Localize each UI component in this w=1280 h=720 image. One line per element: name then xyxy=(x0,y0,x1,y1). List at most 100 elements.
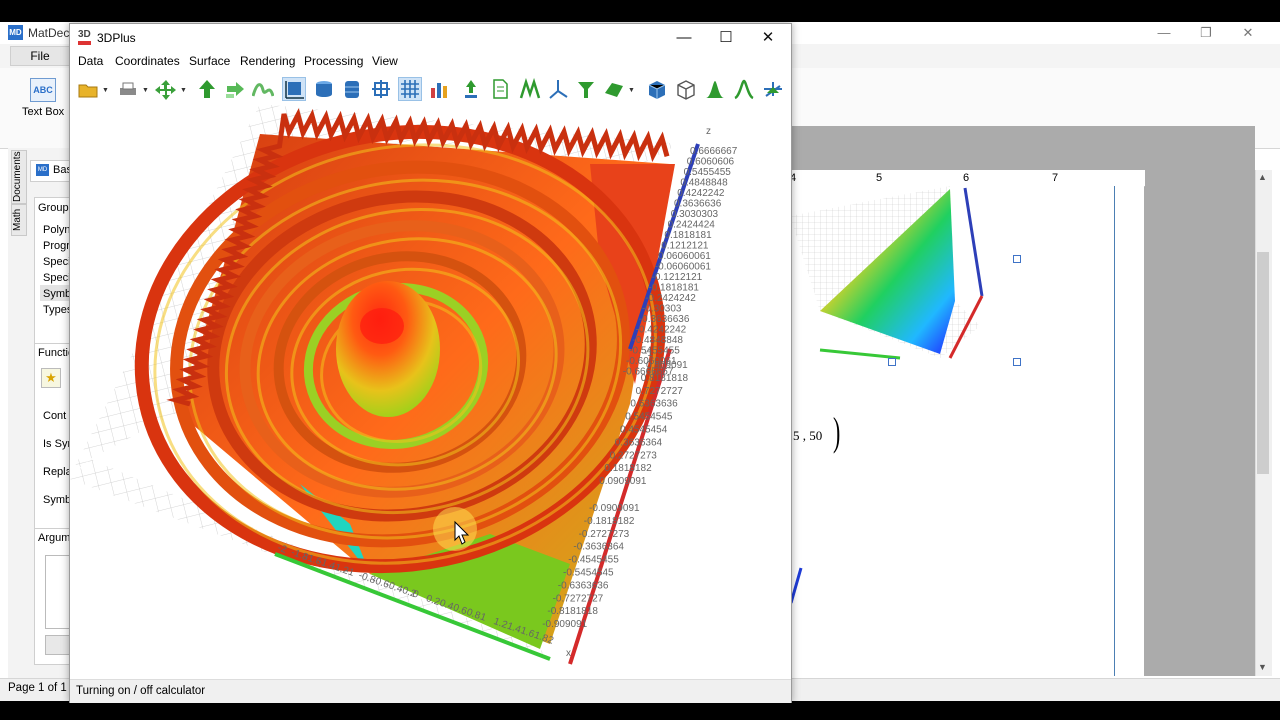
menu-processing[interactable]: Processing xyxy=(304,54,363,68)
z-tick-label: 0.2424424 xyxy=(668,220,716,231)
group-item[interactable]: Polyn xyxy=(43,224,71,236)
dropdown-arrow-icon[interactable]: ▼ xyxy=(102,87,109,94)
surface-button[interactable] xyxy=(602,77,626,101)
text-box-icon[interactable]: ABC xyxy=(30,78,56,102)
axes-icon xyxy=(549,80,568,99)
arrow-up-icon xyxy=(199,80,215,98)
mountain-button[interactable] xyxy=(703,77,727,101)
arguments-list[interactable] xyxy=(45,555,72,629)
y-tick-label: 0.1818182 xyxy=(604,463,652,474)
arrow-right-button[interactable] xyxy=(223,77,247,101)
menu-data[interactable]: Data xyxy=(78,54,103,68)
group-item-selected[interactable]: Symb xyxy=(43,288,71,300)
dropdown-arrow-icon[interactable]: ▼ xyxy=(628,87,635,94)
curve-icon xyxy=(734,79,754,100)
cylinder-icon xyxy=(316,81,332,97)
margin-line xyxy=(1114,186,1115,676)
z-tick-label: 0.3030303 xyxy=(671,209,719,220)
favorite-star-icon[interactable]: ★ xyxy=(41,368,61,388)
scanner-button[interactable] xyxy=(116,77,140,101)
close-button[interactable]: ✕ xyxy=(1228,22,1268,44)
funnel-button[interactable] xyxy=(574,77,598,101)
x-axis-line xyxy=(819,348,901,360)
arrow-up-button[interactable] xyxy=(195,77,219,101)
ruler-number: 7 xyxy=(1052,172,1059,184)
peaks-icon xyxy=(519,78,541,99)
y-tick-label: -0.4545455 xyxy=(568,555,619,566)
grid-button[interactable] xyxy=(398,77,422,101)
y-tick-label: 0.2727273 xyxy=(610,450,658,461)
3dplus-logo-icon: 3D xyxy=(78,29,93,45)
arrows-move-button[interactable] xyxy=(154,77,178,101)
z-tick-label: -0.30303 xyxy=(642,304,682,315)
pin-button[interactable] xyxy=(459,77,483,101)
function-row[interactable]: Cont xyxy=(43,410,66,422)
y-tick-label: -0.3636364 xyxy=(573,542,624,553)
axes-button[interactable] xyxy=(546,77,570,101)
group-item[interactable]: Progr xyxy=(43,240,70,252)
grid-cross-button[interactable] xyxy=(369,77,393,101)
y-tick-label: -0.8181818 xyxy=(547,606,598,617)
intersect-button[interactable] xyxy=(761,77,785,101)
menu-view[interactable]: View xyxy=(372,54,398,68)
restore-button[interactable]: ❐ xyxy=(1186,22,1226,44)
resize-handle[interactable] xyxy=(1013,255,1021,263)
scroll-down-icon[interactable]: ▼ xyxy=(1258,662,1267,672)
3dplus-titlebar: 3D 3DPlus — ☐ ✕ xyxy=(70,24,791,52)
z-tick-label: 0.4242242 xyxy=(677,188,725,199)
z-tick-label: 0.06060061 xyxy=(658,251,711,262)
maximize-button[interactable]: ☐ xyxy=(705,24,747,52)
z-tick-label: -0.2424242 xyxy=(645,293,696,304)
axes-box-icon xyxy=(285,81,304,99)
arguments-button[interactable] xyxy=(45,635,72,655)
folder-open-button[interactable] xyxy=(76,77,100,101)
tab-math-label: Math xyxy=(12,208,23,232)
bar-chart-button[interactable] xyxy=(427,77,451,101)
axes-box-button[interactable] xyxy=(282,77,306,101)
formula-text[interactable]: 5 , 50 xyxy=(793,428,822,444)
minimize-button[interactable]: — xyxy=(1144,22,1184,44)
document-button[interactable] xyxy=(488,77,512,101)
cylinder-stack-button[interactable] xyxy=(340,77,364,101)
menu-surface[interactable]: Surface xyxy=(189,54,230,68)
y-tick-label: 0.3636364 xyxy=(615,437,663,448)
function-row[interactable]: Symb xyxy=(43,494,71,506)
resize-handle[interactable] xyxy=(888,358,896,366)
plot-area[interactable]: z 0.6666667 0.6060606 0.5455455 0.4848848 0.4… xyxy=(70,104,791,679)
y-tick-label: -0.5454545 xyxy=(563,568,614,579)
close-button[interactable]: ✕ xyxy=(747,24,789,52)
text-box-label[interactable]: Text Box xyxy=(22,106,64,118)
resize-handle[interactable] xyxy=(1013,358,1021,366)
thumbnail-3d-plot[interactable] xyxy=(790,186,1000,366)
curve-button[interactable] xyxy=(732,77,756,101)
dropdown-arrow-icon[interactable]: ▼ xyxy=(142,87,149,94)
z-tick-label: -0.1818181 xyxy=(648,283,699,294)
scroll-up-icon[interactable]: ▲ xyxy=(1258,172,1267,182)
scrollbar-thumb[interactable] xyxy=(1257,252,1269,474)
y-tick-label: 0.8181818 xyxy=(641,373,689,384)
tab-math[interactable]: Math xyxy=(11,204,27,236)
cube-wire-button[interactable] xyxy=(674,77,698,101)
group-item[interactable]: Speci xyxy=(43,256,71,268)
peaks-button[interactable] xyxy=(518,77,542,101)
group-item[interactable]: Types xyxy=(43,304,72,316)
grid-cross-icon xyxy=(372,80,390,98)
3dplus-window: 3D 3DPlus — ☐ ✕ Data Coordinates Surface… xyxy=(69,23,792,703)
function-row[interactable]: Repla xyxy=(43,466,72,478)
3d-surface-plot[interactable]: z0.66666670.60606060.54554550.48488480.4… xyxy=(70,104,791,679)
menu-rendering[interactable]: Rendering xyxy=(240,54,295,68)
y-tick-label: -0.6363636 xyxy=(558,580,609,591)
z-tick-label: 0.1818181 xyxy=(664,230,712,241)
file-tab[interactable]: File xyxy=(10,46,70,66)
cylinder-stack-icon xyxy=(345,81,359,98)
tab-documents[interactable]: Documents xyxy=(11,150,27,204)
cube-solid-button[interactable] xyxy=(645,77,669,101)
wave-button[interactable] xyxy=(251,77,275,101)
cylinder-button[interactable] xyxy=(312,77,336,101)
grid-icon xyxy=(401,80,419,98)
menu-coordinates[interactable]: Coordinates xyxy=(115,54,180,68)
minimize-button[interactable]: — xyxy=(663,24,705,52)
group-item[interactable]: Speci xyxy=(43,272,71,284)
dropdown-arrow-icon[interactable]: ▼ xyxy=(180,87,187,94)
tab-documents-label: Documents xyxy=(12,151,23,203)
